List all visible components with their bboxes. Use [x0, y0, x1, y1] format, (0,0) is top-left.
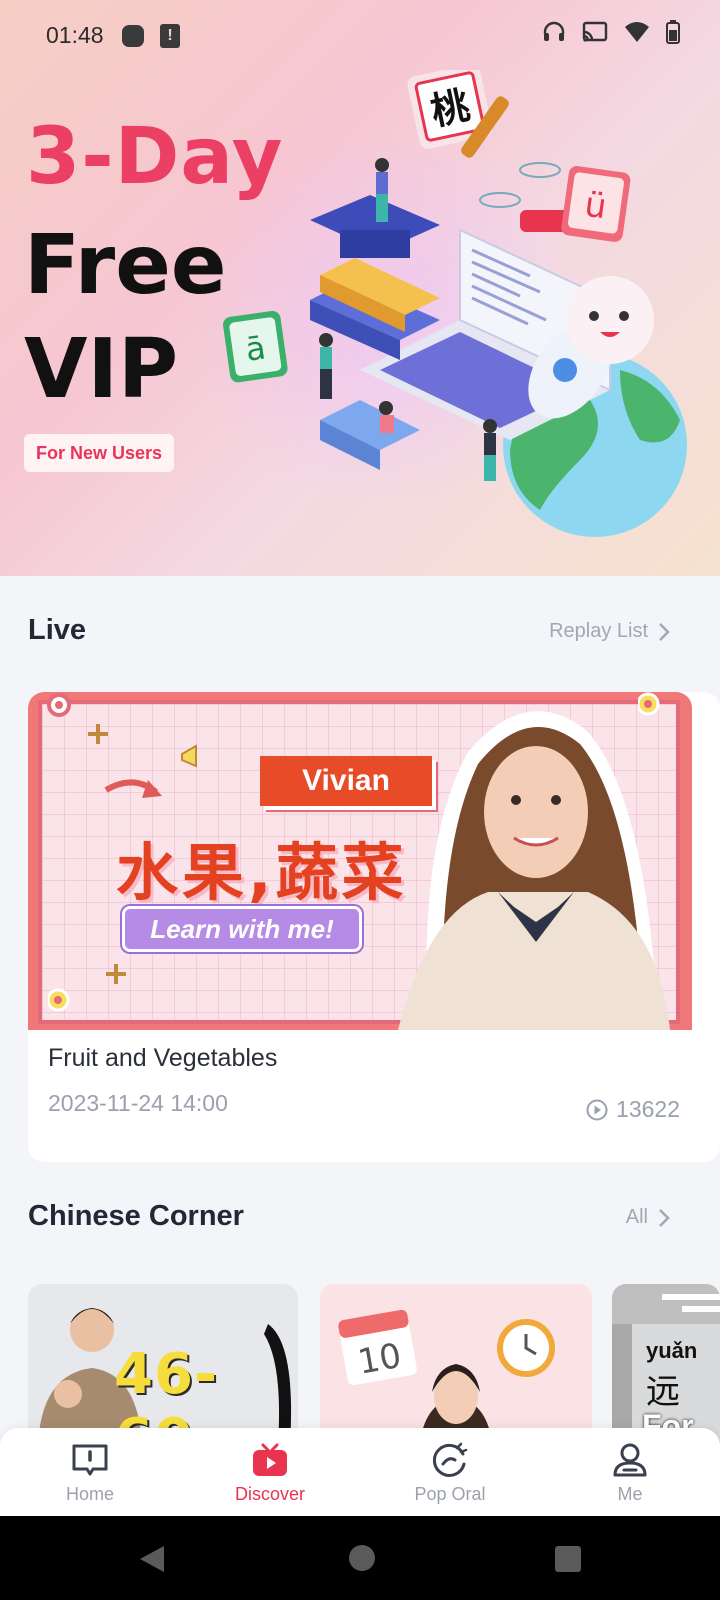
view-count-value: 13622 [616, 1096, 680, 1122]
learn-with-me-tag: Learn with me! [122, 906, 362, 952]
svg-text:10: 10 [355, 1336, 405, 1383]
wifi-icon [625, 22, 649, 42]
corner-thumbnail: 10 [338, 1309, 555, 1444]
corner-card[interactable]: 10 [320, 1284, 592, 1444]
nav-pop-oral-label: Pop Oral [414, 1484, 486, 1504]
nav-discover-label: Discover [234, 1484, 305, 1504]
back-icon[interactable] [138, 1544, 166, 1574]
pin-icon [47, 693, 71, 717]
battery-icon [666, 20, 680, 44]
promo-illustration: 桃 ü ā [223, 70, 687, 537]
replay-list-link[interactable]: Replay List [549, 620, 670, 643]
live-date: 2023-11-24 14:00 [48, 1090, 228, 1116]
status-icons [542, 20, 680, 44]
home-button-icon[interactable] [349, 1545, 375, 1571]
chevron-right-icon [659, 1208, 670, 1227]
corner-card[interactable]: 46-60 [28, 1284, 298, 1444]
replay-list-label: Replay List [549, 620, 648, 642]
headphones-icon [543, 21, 565, 41]
status-bar: 01:48 ! [0, 0, 720, 72]
view-count: 13622 [586, 1096, 680, 1123]
nav-me[interactable]: Me [540, 1428, 720, 1516]
pop-oral-icon [432, 1442, 468, 1477]
system-nav-bar [0, 1516, 720, 1600]
live-title: Fruit and Vegetables [48, 1044, 278, 1072]
live-thumbnail: Vivian 水果,蔬菜 Learn with me! [28, 692, 692, 1030]
alert-icon: ! [160, 24, 180, 48]
arrow-doodle-icon [104, 779, 162, 798]
bottom-nav: Home Discover Pop Oral Me [0, 1428, 720, 1516]
plus-doodle-icon [88, 724, 108, 744]
status-time: 01:48 [46, 22, 104, 48]
live-section-title: Live [28, 614, 87, 646]
promo-title-vip: VIP [24, 322, 179, 417]
promo-title-free: Free [24, 218, 227, 313]
nav-discover[interactable]: Discover [180, 1428, 360, 1516]
cast-icon [582, 21, 608, 42]
play-circle-icon [586, 1099, 608, 1120]
home-book-icon [72, 1444, 108, 1476]
profile-icon [613, 1443, 647, 1477]
new-users-badge: For New Users [24, 434, 175, 472]
nav-home-label: Home [65, 1484, 114, 1504]
nav-me-label: Me [617, 1484, 643, 1504]
live-card[interactable]: Vivian 水果,蔬菜 Learn with me! Fruit and Ve… [28, 692, 720, 1162]
corner-card[interactable]: yuǎn 远 For [612, 1284, 720, 1444]
plus-doodle-icon [106, 964, 126, 984]
corner-hanzi: 远 [646, 1373, 680, 1411]
nav-pop-oral[interactable]: Pop Oral [360, 1428, 540, 1516]
promo-banner[interactable]: 01:48 ! 3-Day Free VIP For New Users 桃 ü… [0, 0, 720, 576]
chevron-right-icon [659, 622, 670, 641]
corner-pinyin: yuǎn [646, 1338, 698, 1363]
discover-tv-icon [253, 1443, 287, 1476]
nav-home[interactable]: Home [0, 1428, 180, 1516]
all-label: All [625, 1206, 648, 1228]
chinese-corner-title: Chinese Corner [28, 1200, 244, 1232]
notification-icon [122, 25, 144, 47]
recent-apps-icon[interactable] [555, 1546, 581, 1572]
host-photo [398, 711, 670, 1030]
pin-icon [48, 988, 70, 1012]
megaphone-icon [181, 744, 197, 768]
all-link[interactable]: All [626, 1206, 670, 1229]
